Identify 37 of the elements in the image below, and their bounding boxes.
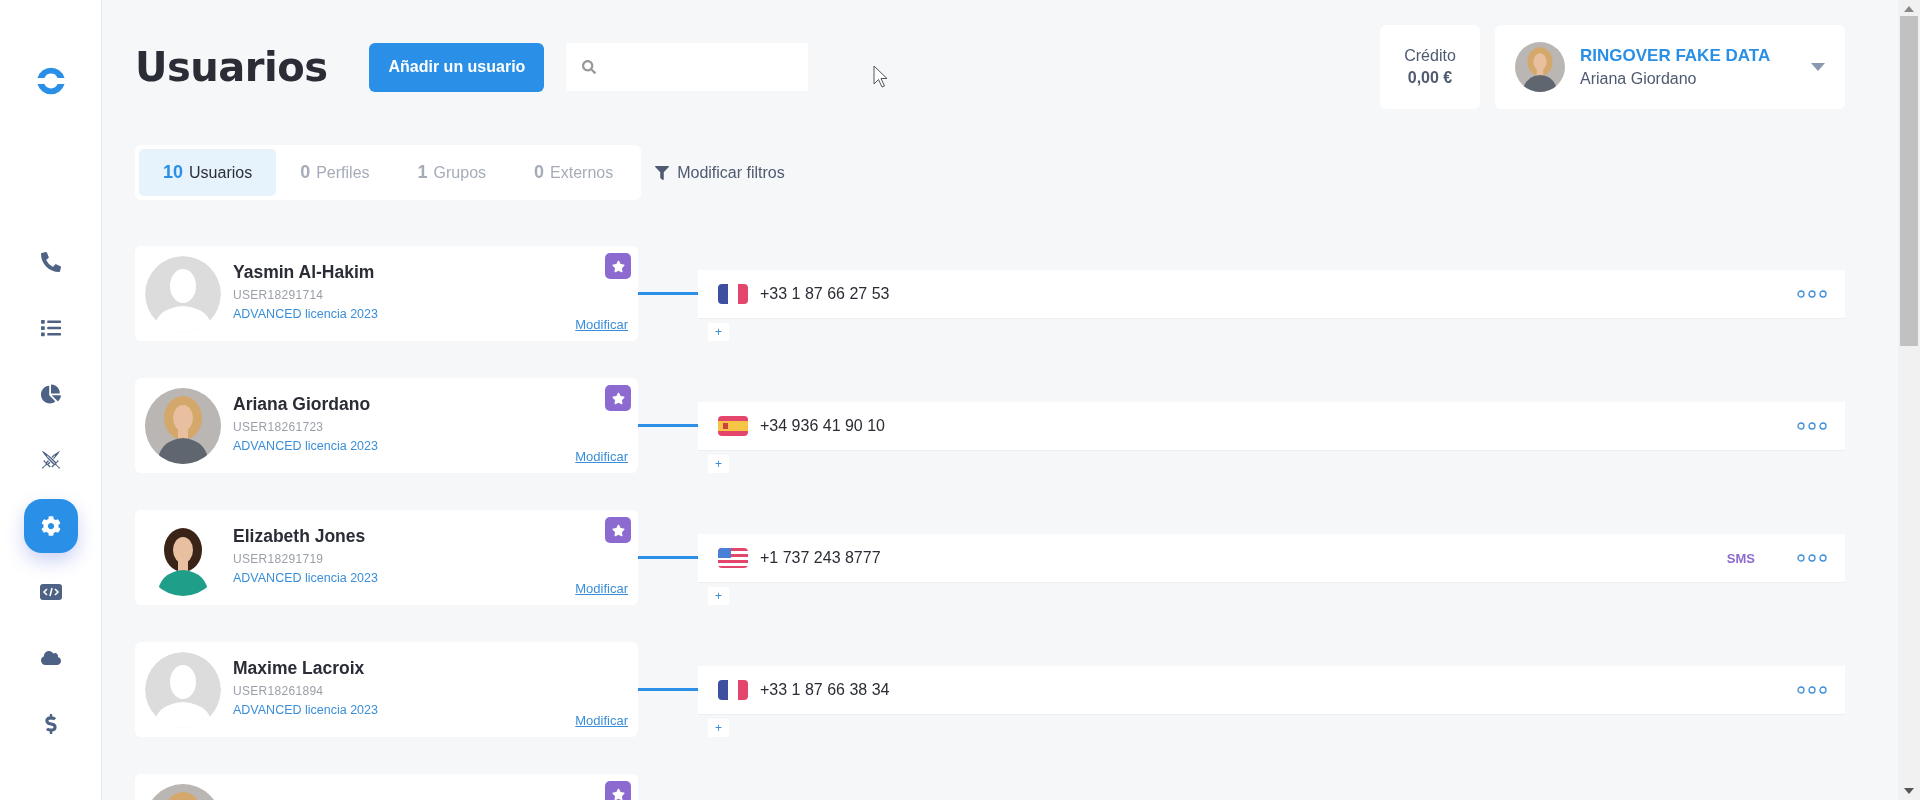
user-name: Ariana Giordano [233, 394, 372, 415]
phone-number: +34 936 41 90 10 [760, 417, 886, 435]
sms-label: SMS [1726, 550, 1755, 566]
tab[interactable]: 1 Grupos [393, 149, 511, 196]
user-id: USER18291719 [233, 552, 325, 566]
add-user-button[interactable]: Añadir un usuario [369, 42, 545, 92]
edit-link[interactable]: Modificar [575, 317, 628, 332]
phone-number: +33 1 87 66 38 34 [760, 681, 891, 699]
credit-label: Crédito [1404, 47, 1456, 65]
add-number-button[interactable]: + [708, 719, 729, 737]
user-id: USER18261894 [233, 684, 325, 698]
license-label: ADVANCED licencia 2023 [233, 703, 378, 717]
edit-link[interactable]: Modificar [575, 449, 628, 464]
add-number-button[interactable]: + [708, 455, 729, 473]
phone-number: +33 1 87 66 27 53 [760, 285, 891, 303]
license-label: ADVANCED licencia 2023 [233, 307, 378, 321]
add-number-button[interactable]: + [708, 587, 729, 605]
user-name: Maxime Lacroix [233, 658, 366, 679]
user-name: Elizabeth Jones [233, 526, 367, 547]
account-menu[interactable]: RINGOVER FAKE DATA Ariana Giordano [1495, 25, 1845, 109]
tab[interactable]: 0 Externos [510, 149, 638, 196]
license-label: ADVANCED licencia 2023 [233, 571, 378, 585]
edit-link[interactable]: Modificar [575, 713, 628, 728]
user-id: USER18291714 [233, 288, 325, 302]
credit-value: 0,00 € [1407, 69, 1453, 87]
filter-button[interactable]: Modificar filtros [649, 162, 791, 183]
company-name: RINGOVER FAKE DATA [1580, 46, 1772, 66]
edit-link[interactable]: Modificar [575, 581, 628, 596]
phone-number: +1 737 243 8777 [760, 549, 882, 567]
license-label: ADVANCED licencia 2023 [233, 439, 378, 453]
user-name: Yasmin Al-Hakim [233, 262, 376, 283]
tab[interactable]: 0 Perfiles [276, 149, 394, 196]
add-number-button[interactable]: + [708, 323, 729, 341]
tab[interactable]: 10 Usuarios [139, 149, 277, 196]
user-id: USER18261723 [233, 420, 325, 434]
account-user-name: Ariana Giordano [1580, 70, 1698, 88]
page-title: Usuarios [135, 44, 328, 90]
